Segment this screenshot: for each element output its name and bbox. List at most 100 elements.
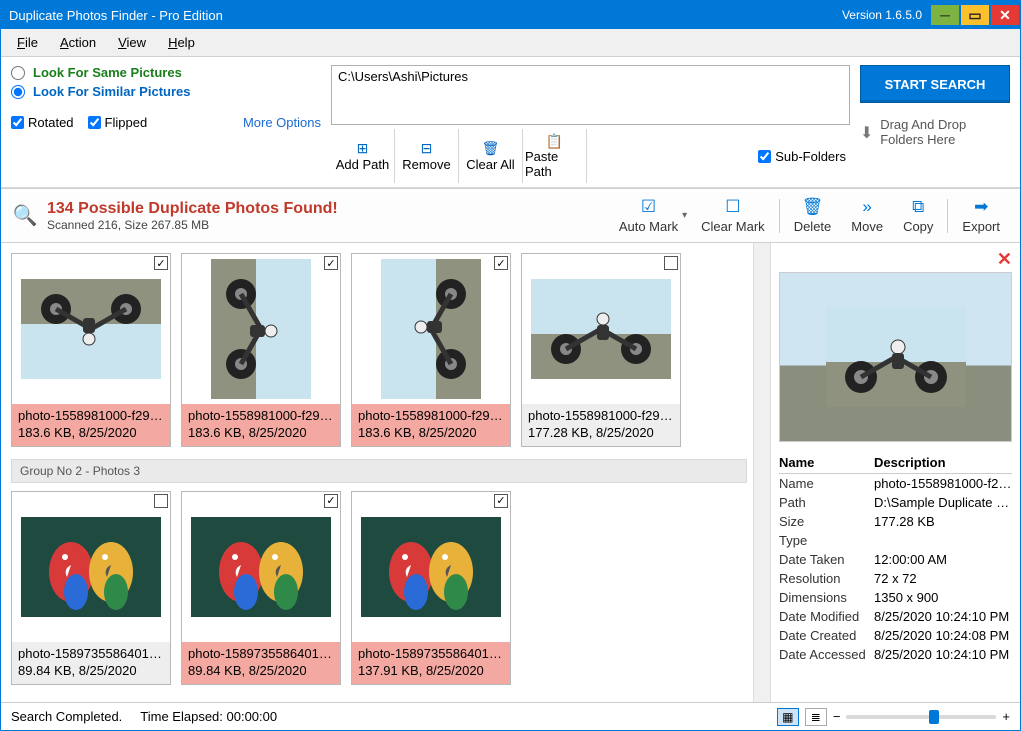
- thumbnail-checkbox[interactable]: ✓: [324, 494, 338, 508]
- chevron-down-icon[interactable]: ▾: [682, 210, 687, 221]
- thumbnail-image: [182, 254, 340, 404]
- thumbnail-image: [12, 492, 170, 642]
- property-row: Date Modified8/25/2020 10:24:10 PM: [779, 607, 1012, 626]
- radio-similar-pictures[interactable]: Look For Similar Pictures: [11, 84, 321, 99]
- thumbnail-card[interactable]: ✓ photo-1558981000-f294a...183.6 KB, 8/25…: [351, 253, 511, 447]
- status-text: Search Completed.: [11, 709, 122, 724]
- group-header: Group No 2 - Photos 3: [11, 459, 747, 483]
- paste-icon: 📋: [547, 133, 563, 149]
- paste-path-button[interactable]: 📋Paste Path: [523, 129, 587, 183]
- status-elapsed: Time Elapsed: 00:00:00: [140, 709, 277, 724]
- view-thumbnails-button[interactable]: ▦: [777, 708, 799, 726]
- property-row: PathD:\Sample Duplicate Ima...: [779, 493, 1012, 512]
- thumbnail-image: [352, 254, 510, 404]
- thumbnail-card[interactable]: photo-1558981000-f294a...177.28 KB, 8/25…: [521, 253, 681, 447]
- drag-drop-hint: ⬇ Drag And Drop Folders Here: [860, 117, 1010, 147]
- menu-action[interactable]: Action: [50, 32, 106, 53]
- auto-mark-button[interactable]: ☑Auto Mark: [609, 195, 688, 236]
- thumbnail-meta: photo-1558981000-f294a...177.28 KB, 8/25…: [522, 404, 680, 446]
- result-subtext: Scanned 216, Size 267.85 MB: [47, 218, 338, 232]
- thumbnail-card[interactable]: ✓ photo-1589735586401-dc...89.84 KB, 8/25…: [181, 491, 341, 685]
- view-list-button[interactable]: ≣: [805, 708, 827, 726]
- menu-view[interactable]: View: [108, 32, 156, 53]
- move-icon: »: [862, 197, 871, 217]
- menu-file[interactable]: File: [7, 32, 48, 53]
- minus-icon: ⊟: [419, 141, 435, 157]
- zoom-plus[interactable]: +: [1002, 709, 1010, 724]
- search-options: Look For Same Pictures Look For Similar …: [1, 57, 1020, 188]
- titlebar: Duplicate Photos Finder - Pro Edition Ve…: [1, 1, 1020, 29]
- thumbnail-checkbox[interactable]: [664, 256, 678, 270]
- thumbnail-image: [182, 492, 340, 642]
- subfolders-check[interactable]: Sub-Folders: [754, 129, 850, 183]
- zoom-minus[interactable]: −: [833, 709, 841, 724]
- thumbnail-card[interactable]: photo-1589735586401-dc...89.84 KB, 8/25/…: [11, 491, 171, 685]
- check-icon: ☑: [641, 197, 656, 217]
- result-bar: 🔍 134 Possible Duplicate Photos Found! S…: [1, 188, 1020, 243]
- clear-mark-button[interactable]: ☐Clear Mark: [691, 195, 775, 236]
- thumbnail-image: [352, 492, 510, 642]
- window-title: Duplicate Photos Finder - Pro Edition: [9, 8, 842, 23]
- thumbnail-checkbox[interactable]: ✓: [494, 256, 508, 270]
- check-rotated[interactable]: Rotated: [11, 115, 74, 130]
- property-row: Type: [779, 531, 1012, 550]
- check-flipped[interactable]: Flipped: [88, 115, 148, 130]
- maximize-button[interactable]: ▭: [961, 5, 989, 25]
- export-icon: ➡: [974, 197, 988, 217]
- property-row: Resolution72 x 72: [779, 569, 1012, 588]
- trash-icon: 🗑: [802, 197, 824, 217]
- start-search-button[interactable]: START SEARCH: [860, 65, 1010, 103]
- close-button[interactable]: ✕: [991, 5, 1019, 25]
- thumbnail-checkbox[interactable]: ✓: [154, 256, 168, 270]
- thumbnail-meta: photo-1589735586401-dc...89.84 KB, 8/25/…: [182, 642, 340, 684]
- property-row: Size177.28 KB: [779, 512, 1012, 531]
- statusbar: Search Completed. Time Elapsed: 00:00:00…: [1, 702, 1020, 730]
- thumbnail-image: [522, 254, 680, 404]
- property-row: Date Taken12:00:00 AM: [779, 550, 1012, 569]
- thumbnail-meta: photo-1558981000-f294a...183.6 KB, 8/25/…: [12, 404, 170, 446]
- search-icon: 🔍: [11, 202, 39, 230]
- property-row: Date Created8/25/2020 10:24:08 PM: [779, 626, 1012, 645]
- more-options-link[interactable]: More Options: [243, 115, 321, 130]
- close-details-icon[interactable]: ✕: [997, 249, 1012, 270]
- remove-path-button[interactable]: ⊟Remove: [395, 129, 459, 183]
- radio-same-pictures[interactable]: Look For Same Pictures: [11, 65, 321, 80]
- zoom-slider[interactable]: [846, 715, 996, 719]
- plus-icon: ⊞: [355, 141, 371, 157]
- property-row: Date Accessed8/25/2020 10:24:10 PM: [779, 645, 1012, 664]
- move-button[interactable]: »Move: [841, 195, 893, 236]
- result-headline: 134 Possible Duplicate Photos Found!: [47, 200, 338, 218]
- minimize-button[interactable]: ─: [931, 5, 959, 25]
- version-label: Version 1.6.5.0: [842, 8, 922, 22]
- vertical-scrollbar[interactable]: [753, 243, 770, 702]
- thumbnail-card[interactable]: ✓ photo-1558981000-f294a...183.6 KB, 8/25…: [181, 253, 341, 447]
- export-button[interactable]: ➡Export: [952, 195, 1010, 236]
- delete-button[interactable]: 🗑Delete: [784, 195, 842, 236]
- menu-help[interactable]: Help: [158, 32, 205, 53]
- details-panel: ✕ NameDescription Namephoto-1558981000-f…: [770, 243, 1020, 702]
- thumbnail-checkbox[interactable]: ✓: [324, 256, 338, 270]
- thumbnail-meta: photo-1589735586401-dc...89.84 KB, 8/25/…: [12, 642, 170, 684]
- preview-image: [779, 272, 1012, 442]
- menubar: File Action View Help: [1, 29, 1020, 57]
- path-list[interactable]: C:\Users\Ashi\Pictures: [331, 65, 850, 125]
- download-icon: ⬇: [860, 123, 874, 141]
- copy-button[interactable]: ⧉Copy: [893, 195, 943, 236]
- unchecked-icon: ☐: [725, 197, 740, 217]
- thumbnail-checkbox[interactable]: [154, 494, 168, 508]
- thumbnail-meta: photo-1589735586401-dc...137.91 KB, 8/25…: [352, 642, 510, 684]
- prop-hdr-name: Name: [779, 455, 874, 470]
- property-row: Namephoto-1558981000-f294a...: [779, 474, 1012, 493]
- thumbnail-grid[interactable]: ✓ photo-1558981000-f294a...183.6 KB, 8/25…: [1, 243, 753, 702]
- prop-hdr-desc: Description: [874, 455, 1012, 470]
- thumbnail-meta: photo-1558981000-f294a...183.6 KB, 8/25/…: [352, 404, 510, 446]
- add-path-button[interactable]: ⊞Add Path: [331, 129, 395, 183]
- copy-icon: ⧉: [912, 197, 924, 217]
- thumbnail-meta: photo-1558981000-f294a...183.6 KB, 8/25/…: [182, 404, 340, 446]
- thumbnail-card[interactable]: ✓ photo-1589735586401-dc...137.91 KB, 8/2…: [351, 491, 511, 685]
- thumbnail-card[interactable]: ✓ photo-1558981000-f294a...183.6 KB, 8/25…: [11, 253, 171, 447]
- clear-all-button[interactable]: 🗑Clear All: [459, 129, 523, 183]
- trash-icon: 🗑: [483, 141, 499, 157]
- property-row: Dimensions1350 x 900: [779, 588, 1012, 607]
- thumbnail-checkbox[interactable]: ✓: [494, 494, 508, 508]
